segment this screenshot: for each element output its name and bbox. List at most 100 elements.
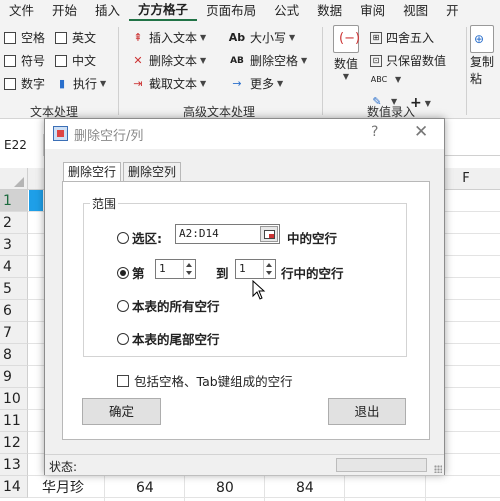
tab-delete-empty-columns[interactable]: 删除空列	[123, 162, 182, 182]
checkbox-space[interactable]: 空格	[4, 29, 45, 46]
round-icon: ⊞	[370, 31, 382, 44]
chevron-down-icon	[266, 271, 272, 275]
more-button[interactable]: → 更多 ▼	[228, 75, 283, 92]
label-english: 英文	[72, 31, 97, 45]
row-header[interactable]: 1	[0, 190, 28, 212]
chevron-down-icon: ▼	[200, 56, 207, 65]
label-include-whitespace: 包括空格、Tab键组成的空行	[134, 374, 293, 389]
range-input[interactable]: A2:D14	[175, 224, 280, 244]
chevron-up-icon	[186, 263, 192, 267]
from-row-stepper[interactable]: 1	[155, 259, 196, 279]
cell-value[interactable]: 64	[136, 477, 154, 499]
ribbon: 空格 英文 符号 中文 数字 ▮ 执行 ▼ 文本处理 ⇞ 插入文本 ▼ ✕ 删除文本 ▼ ⇥…	[0, 21, 500, 119]
radio-icon	[117, 266, 129, 279]
row-header[interactable]: 6	[0, 300, 28, 322]
copy-button[interactable]: ⊕ 复制 粘	[470, 25, 500, 87]
checkbox-chinese[interactable]: 中文	[55, 52, 96, 69]
label-selection: 选区:	[132, 231, 162, 246]
stepper-arrows[interactable]	[183, 260, 195, 278]
tab-file[interactable]: 文件	[0, 0, 43, 21]
label-delete-text: 删除文本	[149, 54, 198, 68]
row-header[interactable]: 14	[0, 476, 28, 498]
resize-grip-icon[interactable]	[434, 465, 442, 473]
radio-rows[interactable]: 第	[117, 263, 145, 282]
cell-value[interactable]: 80	[216, 477, 234, 499]
status-label: 状态:	[49, 460, 78, 474]
extract-text-button[interactable]: ⇥ 截取文本 ▼	[131, 75, 206, 92]
row-header[interactable]: 9	[0, 366, 28, 388]
case-button[interactable]: Ab 大小写 ▼	[228, 29, 295, 46]
radio-all-rows[interactable]: 本表的所有空行	[117, 296, 220, 315]
delete-text-icon: ✕	[133, 54, 143, 67]
row-header[interactable]: 3	[0, 234, 28, 256]
chevron-down-icon	[186, 271, 192, 275]
cell-value[interactable]: 84	[296, 477, 314, 499]
app-icon	[53, 126, 68, 141]
row-header[interactable]: 4	[0, 256, 28, 278]
radio-tail-rows[interactable]: 本表的尾部空行	[117, 329, 220, 348]
tab-delete-empty-rows[interactable]: 删除空行	[63, 162, 122, 183]
gridline	[104, 475, 105, 501]
label-rows-prefix: 第	[132, 266, 145, 281]
tab-review[interactable]: 审阅	[351, 0, 394, 21]
label-space: 空格	[21, 31, 46, 45]
delete-space-button[interactable]: AB 删除空格 ▼	[228, 52, 307, 69]
row-header[interactable]: 10	[0, 388, 28, 410]
chevron-down-icon: ▼	[200, 79, 207, 88]
numeric-button[interactable]: (−) 数值 ▼	[326, 25, 366, 81]
delete-space-icon: AB	[230, 55, 244, 66]
checkbox-symbol[interactable]: 符号	[4, 52, 45, 69]
insert-text-button[interactable]: ⇞ 插入文本 ▼	[131, 29, 206, 46]
tab-ffcell[interactable]: 方方格子	[129, 0, 198, 21]
column-header-f[interactable]: F	[446, 168, 486, 190]
name-box[interactable]: E22	[0, 134, 44, 156]
delete-empty-rows-dialog: 删除空行/列 ? ✕ 删除空行 删除空列 范围 选区: A2:D14 中的空行 …	[44, 118, 445, 475]
chevron-down-icon: ▼	[395, 75, 402, 84]
row-header[interactable]: 5	[0, 278, 28, 300]
radio-selection[interactable]: 选区:	[117, 228, 162, 247]
tab-home[interactable]: 开始	[43, 0, 86, 21]
row-header[interactable]: 11	[0, 410, 28, 432]
selected-cell[interactable]	[29, 190, 43, 212]
keep-values-icon: ⊡	[370, 54, 382, 67]
mouse-cursor-icon	[252, 280, 266, 300]
include-whitespace-checkbox[interactable]: 包括空格、Tab键组成的空行	[117, 371, 293, 390]
select-all-corner[interactable]	[0, 168, 28, 190]
tab-page-layout[interactable]: 页面布局	[197, 0, 265, 21]
help-button[interactable]: ?	[371, 124, 378, 140]
row-header[interactable]: 7	[0, 322, 28, 344]
label-extract-text: 截取文本	[149, 77, 198, 91]
radio-icon	[117, 299, 129, 312]
gridline	[184, 475, 185, 501]
checkbox-number[interactable]: 数字	[4, 75, 45, 92]
dialog-titlebar[interactable]: 删除空行/列 ? ✕	[45, 119, 444, 149]
radio-icon	[117, 332, 129, 345]
row-header[interactable]: 13	[0, 454, 28, 476]
execute-button[interactable]: ▮ 执行 ▼	[55, 75, 106, 92]
spellcheck-button[interactable]: ABC ▼	[370, 75, 401, 84]
round-button[interactable]: ⊞ 四舍五入	[370, 29, 434, 46]
chevron-down-icon: ▼	[277, 79, 284, 88]
cell-name[interactable]: 华月珍	[42, 477, 84, 499]
label-rows-suffix: 行中的空行	[281, 266, 344, 281]
range-picker-icon[interactable]	[260, 226, 278, 242]
close-button[interactable]: ✕	[414, 122, 428, 142]
checkbox-english[interactable]: 英文	[55, 29, 96, 46]
tab-insert[interactable]: 插入	[86, 0, 129, 21]
stepper-arrows[interactable]	[263, 260, 275, 278]
keep-values-button[interactable]: ⊡ 只保留数值	[370, 52, 446, 69]
to-row-stepper[interactable]: 1	[235, 259, 276, 279]
case-icon: Ab	[228, 31, 246, 44]
tab-data[interactable]: 数据	[308, 0, 351, 21]
tab-formulas[interactable]: 公式	[265, 0, 308, 21]
delete-text-button[interactable]: ✕ 删除文本 ▼	[131, 52, 206, 69]
tab-developer[interactable]: 开	[437, 0, 468, 21]
row-header[interactable]: 2	[0, 212, 28, 234]
tab-view[interactable]: 视图	[394, 0, 437, 21]
exit-button[interactable]: 退出	[328, 398, 406, 425]
row-header[interactable]: 12	[0, 432, 28, 454]
ok-button[interactable]: 确定	[82, 398, 161, 425]
row-header[interactable]: 8	[0, 344, 28, 366]
dialog-title: 删除空行/列	[74, 129, 144, 144]
divider	[118, 27, 119, 115]
